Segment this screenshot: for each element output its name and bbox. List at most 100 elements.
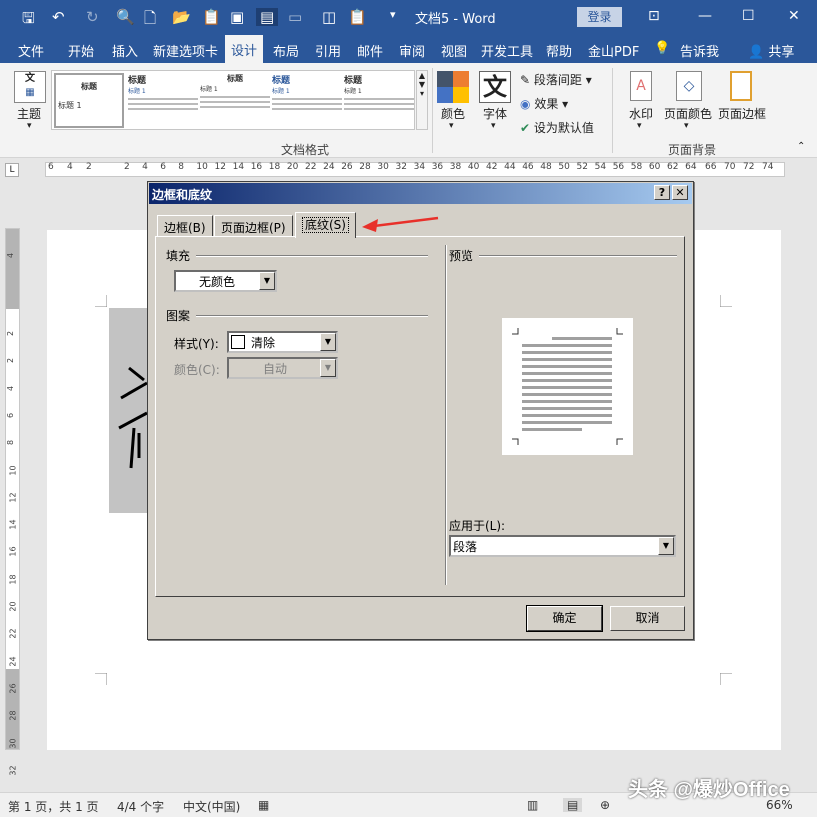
- red-arrow-annotation: [362, 216, 439, 232]
- ruler-tick-label: 2: [124, 162, 130, 172]
- tell-me[interactable]: 告诉我: [680, 41, 719, 60]
- style-thumb[interactable]: 标题 标题 1: [344, 73, 414, 128]
- tab-borders[interactable]: 边框(B): [157, 215, 213, 237]
- effects-button[interactable]: ◉ 效果 ▾: [520, 95, 568, 112]
- close-dialog-button[interactable]: ✕: [672, 185, 688, 200]
- page-color-dropdown-icon[interactable]: ▾: [684, 121, 689, 131]
- read-mode-icon[interactable]: ▥: [527, 798, 538, 812]
- style-thumb[interactable]: 标题 标题 1: [54, 73, 124, 128]
- ruler-tick-label: 58: [630, 162, 643, 172]
- shaded-paragraph[interactable]: [109, 308, 149, 513]
- apply-to-dropdown[interactable]: 段落 ▼: [449, 535, 676, 557]
- paste-icon[interactable]: 📋: [348, 8, 367, 26]
- tab-review[interactable]: 审阅: [399, 41, 425, 60]
- fill-color-dropdown[interactable]: 无颜色 ▼: [174, 270, 277, 292]
- collapse-ribbon-icon[interactable]: ⌃: [797, 141, 805, 152]
- theme-dropdown-icon[interactable]: ▾: [27, 121, 32, 131]
- cancel-button[interactable]: 取消: [610, 606, 685, 631]
- fonts-icon[interactable]: 文: [479, 71, 511, 103]
- tab-kingsoft-pdf[interactable]: 金山PDF: [588, 41, 639, 60]
- watermark-icon[interactable]: A: [630, 71, 652, 101]
- tab-design[interactable]: 设计: [225, 35, 264, 63]
- watermark-label[interactable]: 水印: [629, 105, 653, 122]
- dropdown-arrow-icon[interactable]: ▼: [320, 359, 336, 377]
- tab-references[interactable]: 引用: [315, 41, 341, 60]
- style-thumb[interactable]: 标题 标题 1: [128, 73, 198, 128]
- language[interactable]: 中文(中国): [183, 798, 240, 815]
- set-default-button[interactable]: ✔ 设为默认值: [520, 119, 594, 136]
- pattern-color-dropdown[interactable]: 自动 ▼: [227, 357, 338, 379]
- customize-qa-icon[interactable]: ▾: [390, 8, 396, 21]
- dropdown-arrow-icon[interactable]: ▼: [259, 272, 275, 290]
- page-count[interactable]: 第 1 页，共 1 页: [8, 798, 99, 815]
- ruler-tick-label: 66: [705, 162, 717, 172]
- colors-label[interactable]: 颜色: [441, 105, 465, 122]
- dialog-title: 边框和底纹: [149, 183, 692, 204]
- tab-shading[interactable]: 底纹(S): [295, 212, 356, 238]
- dropdown-arrow-icon[interactable]: ▼: [320, 333, 336, 351]
- web-layout-icon[interactable]: ⊕: [600, 798, 610, 812]
- help-button[interactable]: ?: [654, 185, 670, 200]
- tab-new[interactable]: 新建选项卡: [153, 41, 218, 60]
- tab-mailings[interactable]: 邮件: [357, 41, 383, 60]
- page-color-label[interactable]: 页面颜色: [664, 105, 712, 122]
- word-count[interactable]: 4/4 个字: [117, 798, 164, 815]
- columns-icon[interactable]: ◫: [322, 8, 336, 26]
- tab-help[interactable]: 帮助: [546, 41, 572, 60]
- tab-page-border[interactable]: 页面边框(P): [214, 215, 293, 237]
- print-preview-icon[interactable]: 🔍: [116, 8, 135, 26]
- lightbulb-icon[interactable]: 💡: [654, 41, 670, 56]
- print-layout-icon[interactable]: ▤: [563, 798, 583, 812]
- style-thumb[interactable]: 标题 标题 1: [272, 73, 342, 128]
- vertical-ruler[interactable]: 4 2 2 4 6 8 10 12 14 16 18 20 22 24 26 28 30 32: [5, 228, 20, 775]
- new-doc-icon[interactable]: 🗋: [144, 8, 156, 33]
- clipboard-icon[interactable]: 📋: [202, 8, 221, 26]
- tab-layout[interactable]: 布局: [273, 41, 299, 60]
- minimize-icon[interactable]: —: [698, 8, 712, 24]
- tab-developer[interactable]: 开发工具: [481, 41, 533, 60]
- watermark-dropdown-icon[interactable]: ▾: [637, 121, 642, 131]
- page-border-icon[interactable]: [730, 71, 752, 101]
- colors-dropdown-icon[interactable]: ▾: [449, 121, 454, 131]
- theme-label[interactable]: 主题: [17, 105, 41, 122]
- undo-icon[interactable]: ↶: [52, 8, 65, 26]
- page-color-icon[interactable]: ◇: [676, 71, 702, 101]
- ruler-tick-label: 14: [232, 162, 245, 172]
- ok-button[interactable]: 确定: [526, 605, 603, 632]
- open-folder-icon[interactable]: 📂: [172, 8, 191, 26]
- redo-icon[interactable]: ↻: [86, 8, 99, 26]
- tab-insert[interactable]: 插入: [112, 41, 138, 60]
- ribbon-options-icon[interactable]: ⊡: [648, 8, 660, 24]
- colors-icon[interactable]: [437, 71, 469, 103]
- theme-icon[interactable]: 文 ▦: [14, 71, 46, 103]
- style-thumb[interactable]: 标题 标题 1: [200, 73, 270, 128]
- vruler-tick-label: 10: [8, 464, 18, 476]
- tab-view[interactable]: 视图: [441, 41, 467, 60]
- login-button[interactable]: 登录: [577, 7, 622, 27]
- fonts-dropdown-icon[interactable]: ▾: [491, 121, 496, 131]
- tab-home[interactable]: 开始: [68, 41, 94, 60]
- ruler-tick-label: 36: [431, 162, 444, 172]
- dropdown-arrow-icon[interactable]: ▼: [658, 537, 674, 555]
- title-bar: 🖫 ↶ ↻ 🔍 🗋 📂 📋 ▣ ▤ ▭ ◫ 📋 ▾ 文档5 - Word 登录 …: [0, 0, 817, 35]
- fonts-label[interactable]: 字体: [483, 105, 507, 122]
- horizontal-ruler[interactable]: L 6 4 2 2 4 6 8 10 12 14 16 18 20 22 24 26 28 30 32 34 36 38 4…: [0, 158, 817, 183]
- save-icon[interactable]: 🖫: [22, 8, 35, 33]
- pattern-style-dropdown[interactable]: 清除 ▼: [227, 331, 338, 353]
- paragraph-spacing-button[interactable]: ✎ 段落间距 ▾: [520, 71, 592, 88]
- share-button[interactable]: 👤 共享: [748, 41, 794, 60]
- ruler-tick-label: 4: [142, 162, 148, 172]
- style-gallery[interactable]: 标题 标题 1 标题 标题 1 标题 标题 1 标题 标题 1 标题 标题 1: [51, 70, 415, 130]
- document-view-icon[interactable]: ▤: [256, 8, 279, 26]
- maximize-icon[interactable]: ☐: [742, 8, 755, 24]
- gallery-scroll[interactable]: ▲ ▼ ▾: [416, 70, 428, 130]
- border-icon[interactable]: ▭: [288, 8, 302, 26]
- ruler-tick-label: 54: [594, 162, 607, 172]
- screenshot-icon[interactable]: ▣: [230, 8, 244, 26]
- close-window-icon[interactable]: ✕: [788, 8, 800, 24]
- ribbon-tabs: 文件 开始 插入 新建选项卡 设计 布局 引用 邮件 审阅 视图 开发工具 帮助…: [0, 35, 817, 63]
- tab-selector[interactable]: L: [5, 163, 19, 177]
- page-border-label[interactable]: 页面边框: [718, 105, 766, 122]
- tab-file[interactable]: 文件: [18, 41, 44, 60]
- macro-icon[interactable]: ▦: [258, 798, 269, 812]
